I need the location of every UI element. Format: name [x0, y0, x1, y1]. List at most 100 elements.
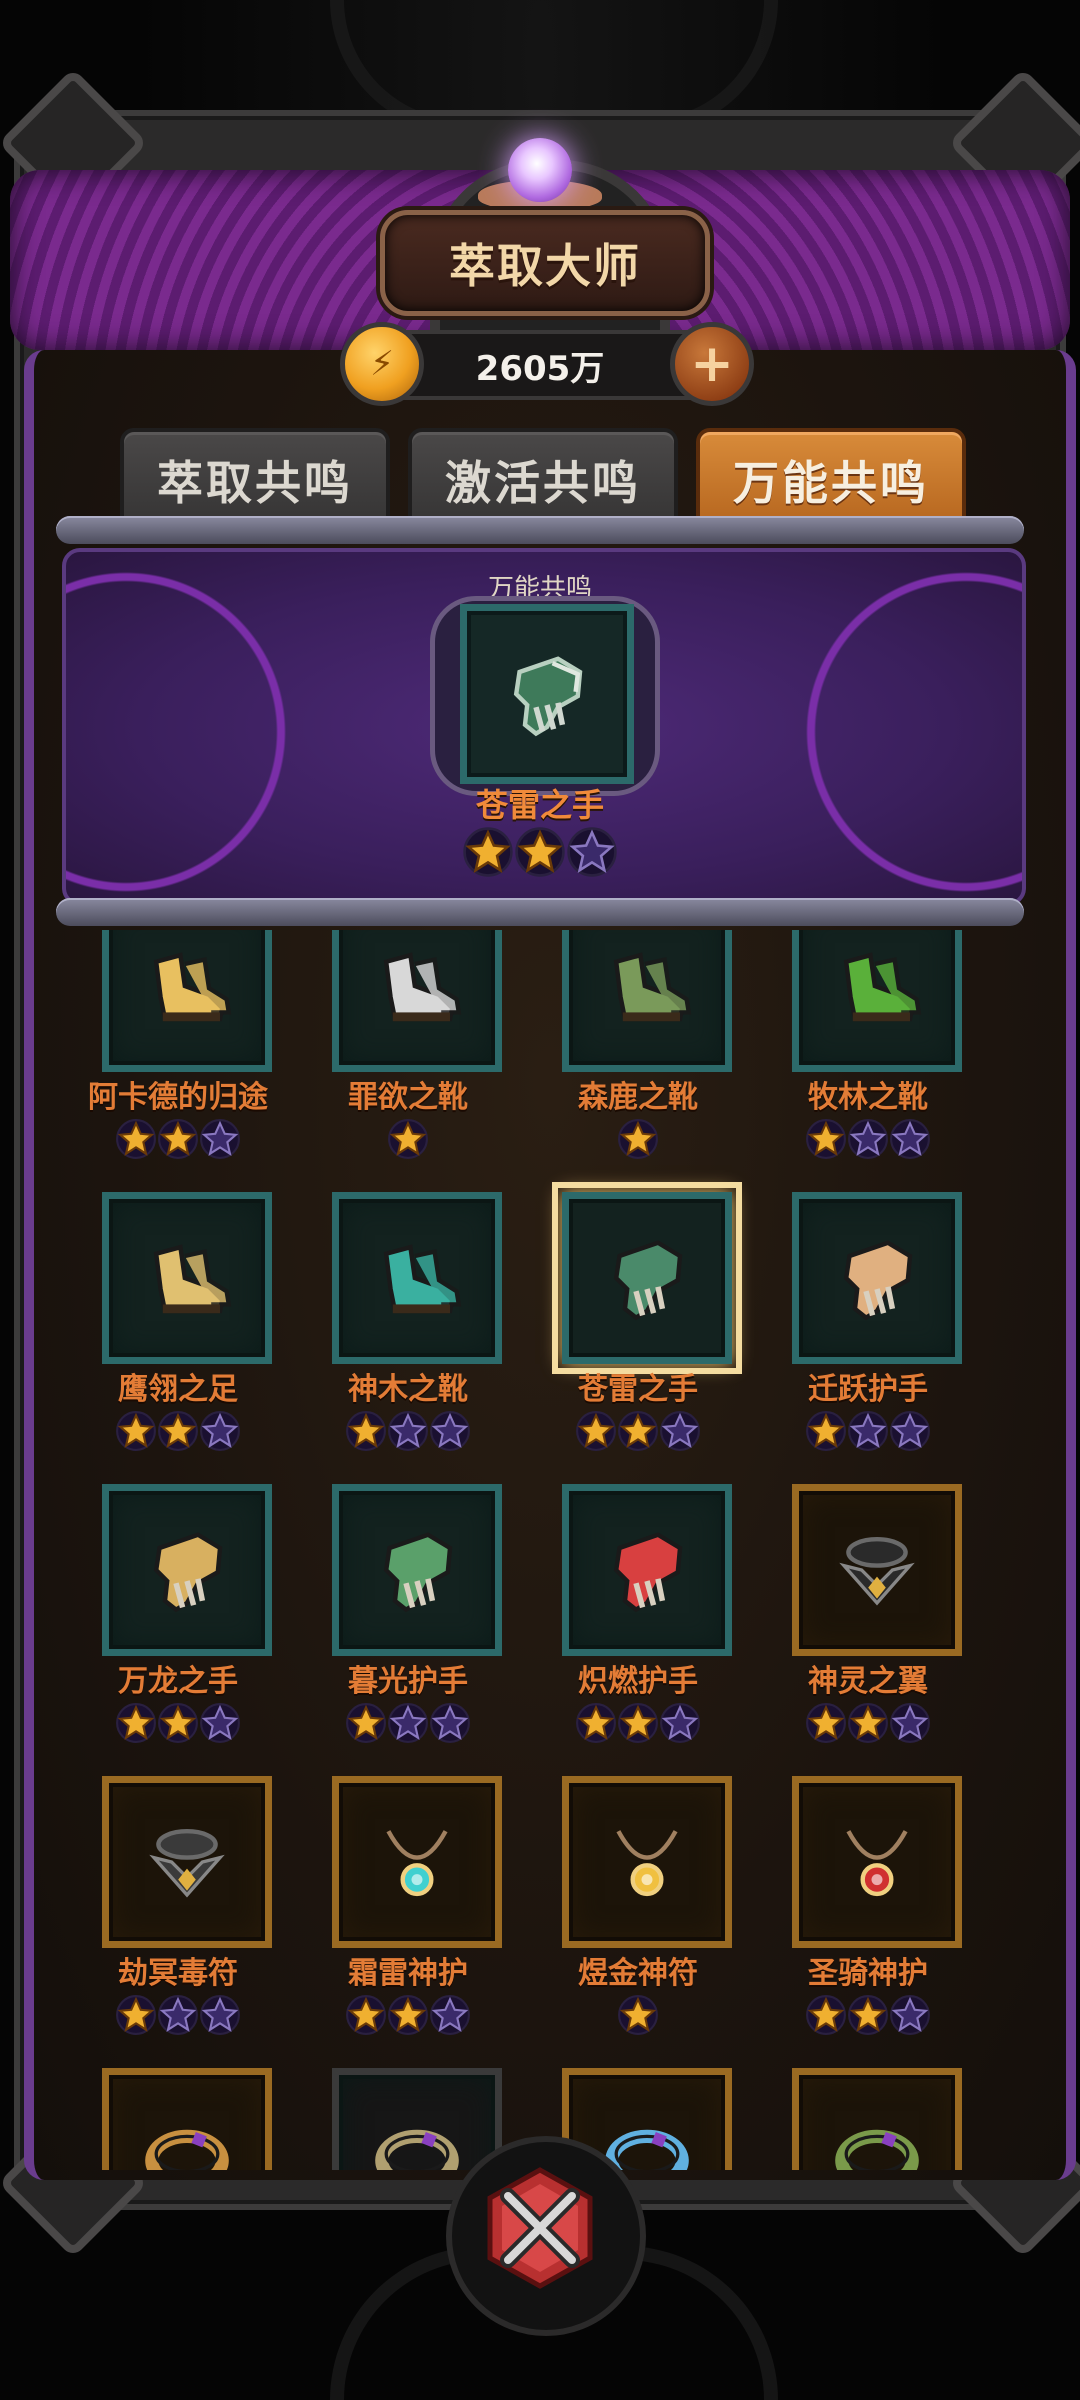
item-cell[interactable]: 鹰翎之足: [62, 1192, 294, 1482]
item-name: 暮光护手: [348, 1664, 468, 1699]
empty-star-icon: [566, 826, 618, 878]
gauntlet-icon: [569, 1491, 725, 1649]
collar-icon: [109, 1783, 265, 1941]
ring-icon: [799, 2075, 955, 2170]
item-slot[interactable]: [792, 930, 962, 1072]
boots-icon: [799, 930, 955, 1065]
item-name: 炽燃护手: [578, 1664, 698, 1699]
item-cell[interactable]: 神灵之翼: [752, 1484, 984, 1774]
empty-star-icon: [429, 1410, 471, 1452]
item-cell[interactable]: 森鹿之靴: [522, 930, 754, 1190]
item-cell[interactable]: 牧林之靴: [752, 930, 984, 1190]
empty-star-icon: [659, 1702, 701, 1744]
item-slot[interactable]: [562, 1484, 732, 1656]
item-slot[interactable]: [332, 1484, 502, 1656]
item-name: 牧林之靴: [808, 1080, 928, 1115]
item-name: 苍雷之手: [578, 1372, 698, 1407]
boots-icon: [109, 930, 265, 1065]
star-rating: [522, 1118, 754, 1162]
item-cell[interactable]: [62, 2068, 294, 2170]
star-rating: [62, 1994, 294, 2038]
item-cell[interactable]: 煜金神符: [522, 1776, 754, 2066]
item-slot[interactable]: [792, 1484, 962, 1656]
gauntlet-icon: [569, 1199, 725, 1357]
item-cell[interactable]: 劫冥毒符: [62, 1776, 294, 2066]
item-slot[interactable]: [562, 1776, 732, 1948]
necklace-icon: [799, 1783, 955, 1941]
currency-value: 2605万: [475, 348, 605, 389]
empty-star-icon: [659, 1410, 701, 1452]
star-rating: [522, 1702, 754, 1746]
add-currency-button[interactable]: +: [670, 322, 754, 406]
boots-icon: [339, 1199, 495, 1357]
star-rating: [752, 1702, 984, 1746]
star-rating: [752, 1410, 984, 1454]
empty-star-icon: [889, 1410, 931, 1452]
boots-icon: [339, 930, 495, 1065]
item-cell[interactable]: 万龙之手: [62, 1484, 294, 1774]
item-slot[interactable]: [102, 1484, 272, 1656]
filled-star-icon: [345, 1702, 387, 1744]
item-name: 罪欲之靴: [348, 1080, 468, 1115]
item-cell[interactable]: 迁跃护手: [752, 1192, 984, 1482]
item-cell[interactable]: 炽燃护手: [522, 1484, 754, 1774]
item-slot[interactable]: [332, 930, 502, 1072]
item-slot[interactable]: [792, 1192, 962, 1364]
item-slot[interactable]: [102, 1192, 272, 1364]
item-slot[interactable]: [792, 2068, 962, 2170]
filled-star-icon: [115, 1410, 157, 1452]
item-cell[interactable]: 罪欲之靴: [292, 930, 524, 1190]
item-slot[interactable]: [102, 1776, 272, 1948]
item-slot[interactable]: [332, 2068, 502, 2170]
filled-star-icon: [847, 1994, 889, 2036]
item-slot[interactable]: [562, 930, 732, 1072]
item-name: 神灵之翼: [808, 1664, 928, 1699]
star-rating: [752, 1994, 984, 2038]
empty-star-icon: [199, 1702, 241, 1744]
filled-star-icon: [575, 1702, 617, 1744]
ring-icon: [339, 2075, 495, 2170]
filled-star-icon: [617, 1118, 659, 1160]
filled-star-icon: [805, 1410, 847, 1452]
item-cell[interactable]: 苍雷之手: [522, 1182, 754, 1482]
plus-icon: +: [690, 334, 734, 394]
star-rating: [292, 1702, 524, 1746]
item-name: 万龙之手: [118, 1664, 238, 1699]
item-cell[interactable]: 圣骑神护: [752, 1776, 984, 2066]
item-name: 森鹿之靴: [578, 1080, 698, 1115]
empty-star-icon: [387, 1702, 429, 1744]
item-cell[interactable]: 阿卡德的归途: [62, 930, 294, 1190]
empty-star-icon: [429, 1702, 471, 1744]
star-rating: [292, 1410, 524, 1454]
close-button[interactable]: [478, 2166, 602, 2290]
filled-star-icon: [157, 1702, 199, 1744]
filled-star-icon: [805, 1702, 847, 1744]
empty-star-icon: [157, 1994, 199, 2036]
filled-star-icon: [387, 1118, 429, 1160]
item-slot[interactable]: [102, 2068, 272, 2170]
coin-icon: ⚡: [340, 322, 424, 406]
page-title: 萃取大师: [449, 239, 641, 293]
selected-item-slot[interactable]: [552, 1182, 742, 1374]
item-slot[interactable]: [332, 1776, 502, 1948]
item-cell[interactable]: 神木之靴: [292, 1192, 524, 1482]
item-slot[interactable]: [332, 1192, 502, 1364]
item-cell[interactable]: [752, 2068, 984, 2170]
filled-star-icon: [115, 1118, 157, 1160]
star-rating: [522, 1410, 754, 1454]
featured-item-slot[interactable]: [460, 604, 634, 784]
item-name: 神木之靴: [348, 1372, 468, 1407]
star-rating: [292, 1118, 524, 1162]
star-rating: [62, 1410, 294, 1454]
empty-star-icon: [429, 1994, 471, 2036]
title-plate: 萃取大师: [380, 210, 710, 316]
star-rating: [522, 1994, 754, 2038]
item-cell[interactable]: 暮光护手: [292, 1484, 524, 1774]
item-cell[interactable]: 霜雷神护: [292, 1776, 524, 2066]
filled-star-icon: [575, 1410, 617, 1452]
item-slot[interactable]: [102, 930, 272, 1072]
item-slot[interactable]: [792, 1776, 962, 1948]
empty-star-icon: [387, 1410, 429, 1452]
empty-star-icon: [889, 1118, 931, 1160]
filled-star-icon: [462, 826, 514, 878]
